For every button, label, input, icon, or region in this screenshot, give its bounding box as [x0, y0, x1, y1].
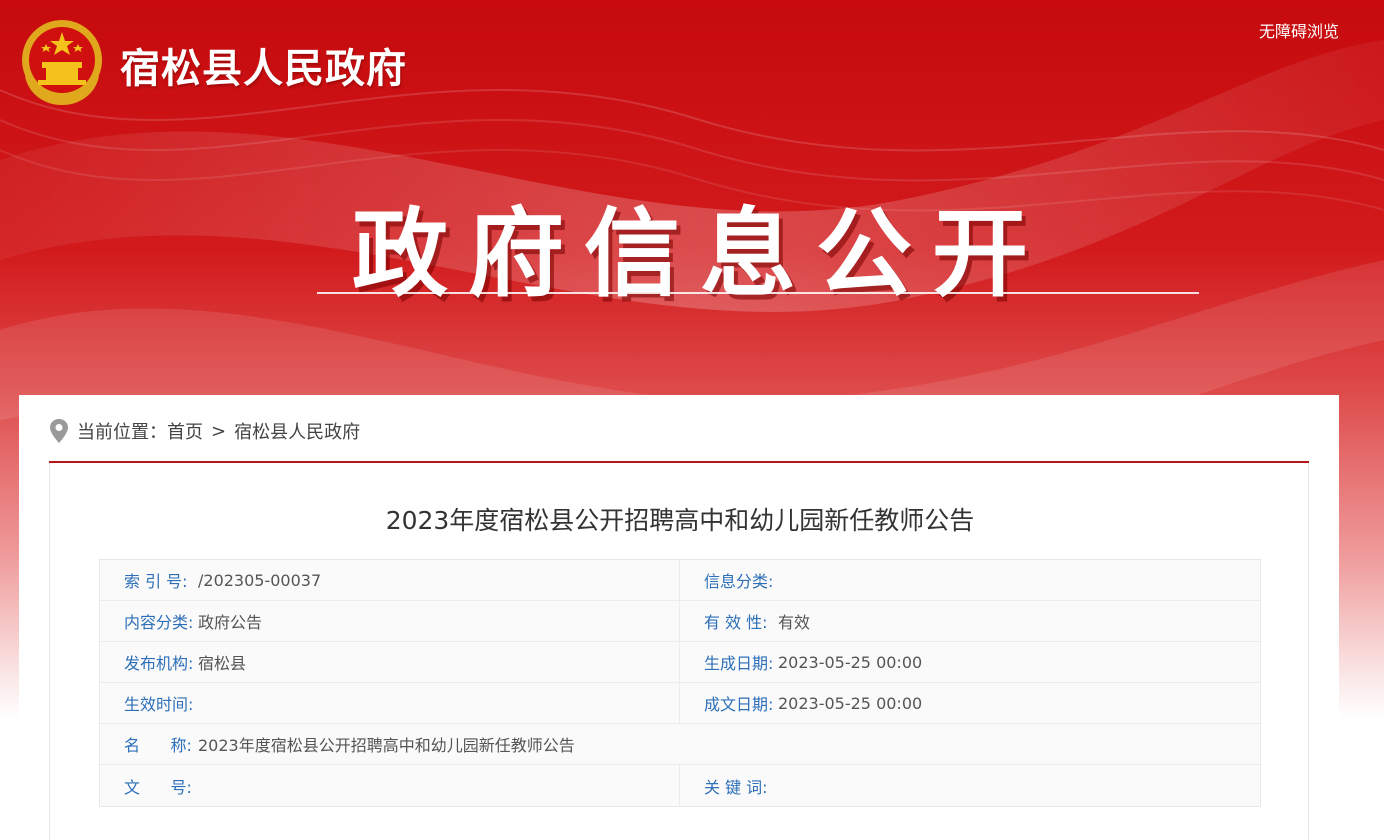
publisher-value: 宿松县 [198, 654, 247, 673]
metadata-row: 索 引 号: /202305-00037 信息分类: [100, 560, 1260, 601]
breadcrumb-current-link[interactable]: 宿松县人民政府 [234, 418, 360, 444]
metadata-row: 名 称: 2023年度宿松县公开招聘高中和幼儿园新任教师公告 [100, 724, 1260, 765]
written-date-label: 成文日期: [704, 695, 774, 714]
name-label: 名 称: [124, 736, 192, 755]
breadcrumb-prefix: 当前位置： [77, 422, 167, 443]
generated-date-value: 2023-05-25 00:00 [778, 652, 923, 672]
breadcrumb-separator: > [211, 420, 227, 442]
metadata-table: 索 引 号: /202305-00037 信息分类: 内容分类: 政府公告 有 … [99, 559, 1261, 807]
metadata-row: 生效时间: 成文日期: 2023-05-25 00:00 [100, 683, 1260, 724]
info-category-label: 信息分类: [704, 572, 774, 591]
hero-title: 政府信息公开 [352, 198, 1048, 310]
content-card: 当前位置： 首页 > 宿松县人民政府 2023年度宿松县公开招聘高中和幼儿园新任… [19, 395, 1339, 840]
article-panel: 2023年度宿松县公开招聘高中和幼儿园新任教师公告 索 引 号: /202305… [49, 463, 1309, 840]
article-title: 2023年度宿松县公开招聘高中和幼儿园新任教师公告 [385, 506, 975, 535]
validity-value: 有效 [778, 613, 811, 632]
index-number-label: 索 引 号: [124, 572, 188, 591]
index-number-value: /202305-00037 [198, 570, 322, 590]
hero-divider [317, 292, 1199, 294]
effective-time-label: 生效时间: [124, 695, 194, 714]
document-number-label: 文 号: [124, 777, 192, 797]
metadata-row: 内容分类: 政府公告 有 效 性: 有效 [100, 601, 1260, 642]
metadata-row: 发布机构: 宿松县 生成日期: 2023-05-25 00:00 [100, 642, 1260, 683]
accessibility-link[interactable]: 无障碍浏览 [1259, 18, 1339, 42]
national-emblem-icon [22, 20, 102, 106]
generated-date-label: 生成日期: [704, 654, 774, 673]
validity-label: 有 效 性: [704, 613, 768, 632]
name-value: 2023年度宿松县公开招聘高中和幼儿园新任教师公告 [198, 736, 575, 755]
breadcrumb-home-link[interactable]: 首页 [167, 418, 203, 444]
written-date-value: 2023-05-25 00:00 [778, 693, 923, 713]
keywords-label: 关 键 词: [704, 777, 768, 797]
breadcrumb: 当前位置： 首页 > 宿松县人民政府 [49, 417, 360, 445]
content-category-label: 内容分类: [124, 613, 194, 632]
location-pin-icon [50, 419, 68, 443]
content-category-value: 政府公告 [198, 613, 263, 632]
publisher-label: 发布机构: [124, 654, 194, 673]
site-title[interactable]: 宿松县人民政府 [120, 36, 407, 94]
metadata-row: 文 号: 关 键 词: [100, 765, 1260, 806]
